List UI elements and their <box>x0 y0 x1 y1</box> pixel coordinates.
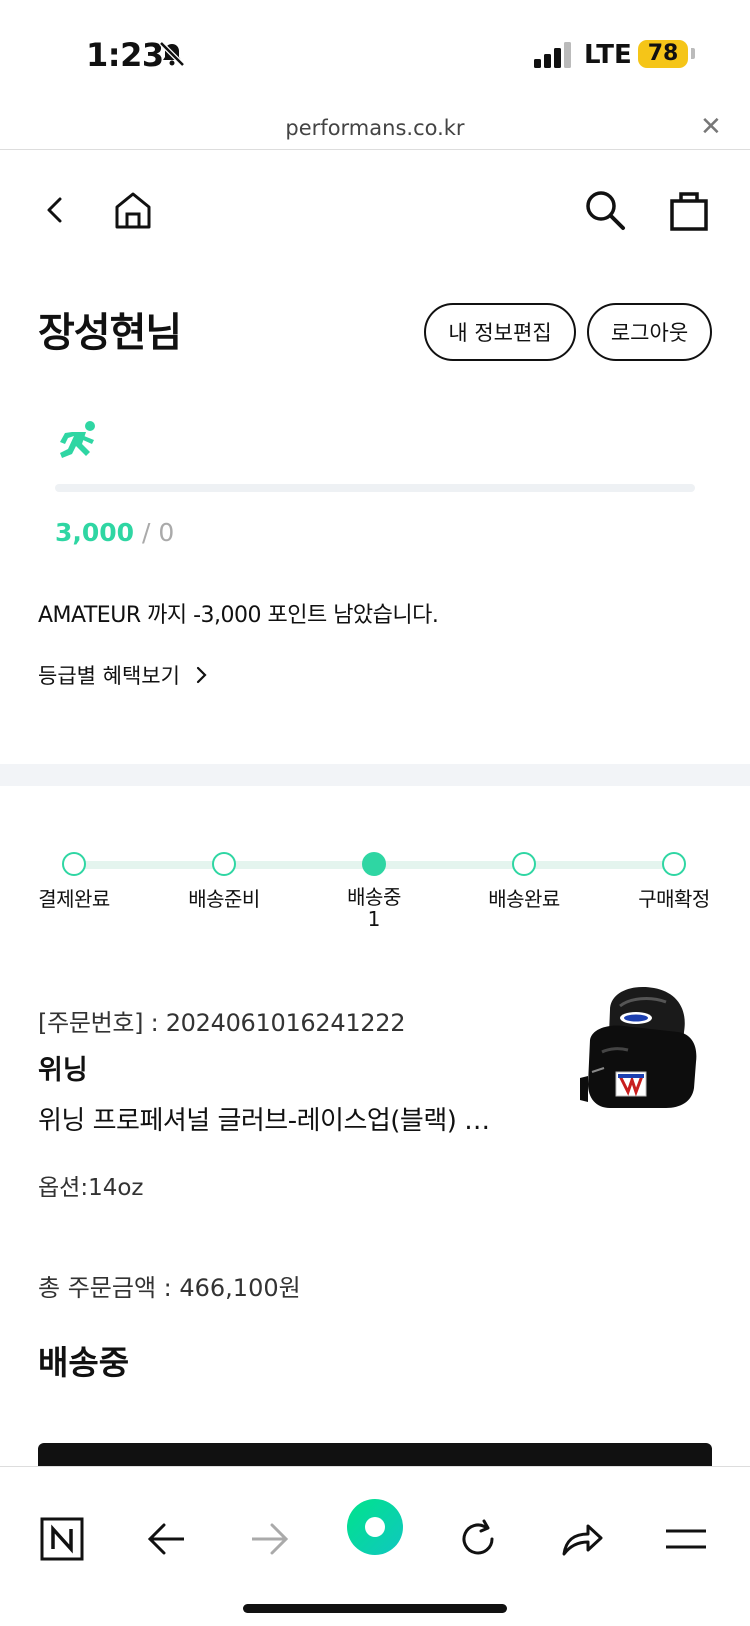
step-label: 배송준비 <box>188 887 260 911</box>
order-number: [주문번호] : 2024061016241222 <box>38 1009 406 1037</box>
shipping-status: 배송중 <box>38 1343 130 1382</box>
browser-forward-button[interactable] <box>240 1509 300 1569</box>
step-dot <box>512 852 536 876</box>
back-button[interactable] <box>30 185 80 235</box>
step-shipping[interactable] <box>314 840 434 876</box>
arrow-right-icon <box>252 1523 289 1555</box>
home-button[interactable] <box>108 185 158 235</box>
browser-back-button[interactable] <box>136 1509 196 1569</box>
signal-icon <box>534 42 571 68</box>
home-indicator <box>243 1604 507 1613</box>
step-label: 배송중 <box>347 885 401 909</box>
logout-button[interactable]: 로그아웃 <box>587 303 712 361</box>
step-label: 배송완료 <box>488 887 560 911</box>
green-dot-button[interactable] <box>345 1497 405 1557</box>
step-preparing[interactable]: 배송준비 <box>164 852 284 910</box>
search-button[interactable] <box>580 185 630 235</box>
naver-home-button[interactable] <box>32 1509 92 1569</box>
grade-benefits-label[interactable]: 등급별 혜택보기 <box>38 660 180 690</box>
step-confirmed[interactable]: 구매확정 <box>614 852 734 910</box>
step-shipping-text: 배송중 1 <box>314 886 434 930</box>
points-max: 0 <box>158 518 175 547</box>
step-dot <box>212 852 236 876</box>
cart-button[interactable] <box>664 185 714 235</box>
status-time: 1:23 <box>86 36 164 74</box>
top-nav <box>0 175 750 245</box>
product-image[interactable] <box>570 980 700 1125</box>
url-bar[interactable]: performans.co.kr ✕ <box>0 110 750 150</box>
grade-benefits-link[interactable]: 등급별 혜택보기 <box>38 660 208 690</box>
url-text[interactable]: performans.co.kr <box>0 116 750 140</box>
menu-icon <box>666 1529 706 1549</box>
product-option: 옵션:14oz <box>38 1175 144 1201</box>
grade-message: AMATEUR 까지 -3,000 포인트 남았습니다. <box>38 603 439 628</box>
edit-profile-button[interactable]: 내 정보편집 <box>424 303 576 361</box>
search-icon <box>586 191 625 230</box>
points-display: 3,000 / 0 <box>55 518 174 547</box>
section-divider <box>0 764 750 786</box>
order-total: 총 주문금액 : 466,100원 <box>38 1274 301 1302</box>
runner-icon <box>60 421 95 458</box>
step-paid[interactable]: 결제완료 <box>14 852 134 910</box>
shopping-bag-icon <box>670 192 708 231</box>
points-separator: / <box>142 518 151 547</box>
step-dot <box>62 852 86 876</box>
refresh-button[interactable] <box>448 1509 508 1569</box>
back-icon <box>47 197 62 223</box>
network-label: LTE <box>584 40 632 70</box>
battery-indicator: 78 <box>638 40 688 68</box>
brand-name: 위닝 <box>38 1055 88 1086</box>
chevron-right-icon <box>196 666 207 684</box>
status-bar: 1:23 LTE 78 <box>0 0 750 110</box>
arrow-left-icon <box>147 1523 184 1555</box>
share-icon <box>562 1524 603 1556</box>
refresh-icon <box>462 1519 494 1555</box>
product-name[interactable]: 위닝 프로페셔널 글러브-레이스업(블랙) … <box>38 1100 558 1137</box>
green-dot-icon <box>347 1499 403 1555</box>
home-icon <box>115 192 151 229</box>
step-dot-active <box>362 852 386 876</box>
share-button[interactable] <box>552 1509 612 1569</box>
step-count: 1 <box>367 907 381 931</box>
naver-n-icon <box>40 1517 84 1561</box>
step-label: 결제완료 <box>38 887 110 911</box>
user-name: 장성현님 <box>38 310 182 356</box>
step-label: 구매확정 <box>638 887 710 911</box>
step-dot <box>662 852 686 876</box>
bell-muted-icon <box>159 41 185 67</box>
close-icon[interactable]: ✕ <box>700 112 722 142</box>
menu-button[interactable] <box>656 1509 716 1569</box>
step-delivered[interactable]: 배송완료 <box>464 852 584 910</box>
grade-progress-bar <box>55 484 695 492</box>
browser-toolbar <box>0 1466 750 1626</box>
battery-nub <box>691 48 695 59</box>
points-current: 3,000 <box>55 518 135 547</box>
